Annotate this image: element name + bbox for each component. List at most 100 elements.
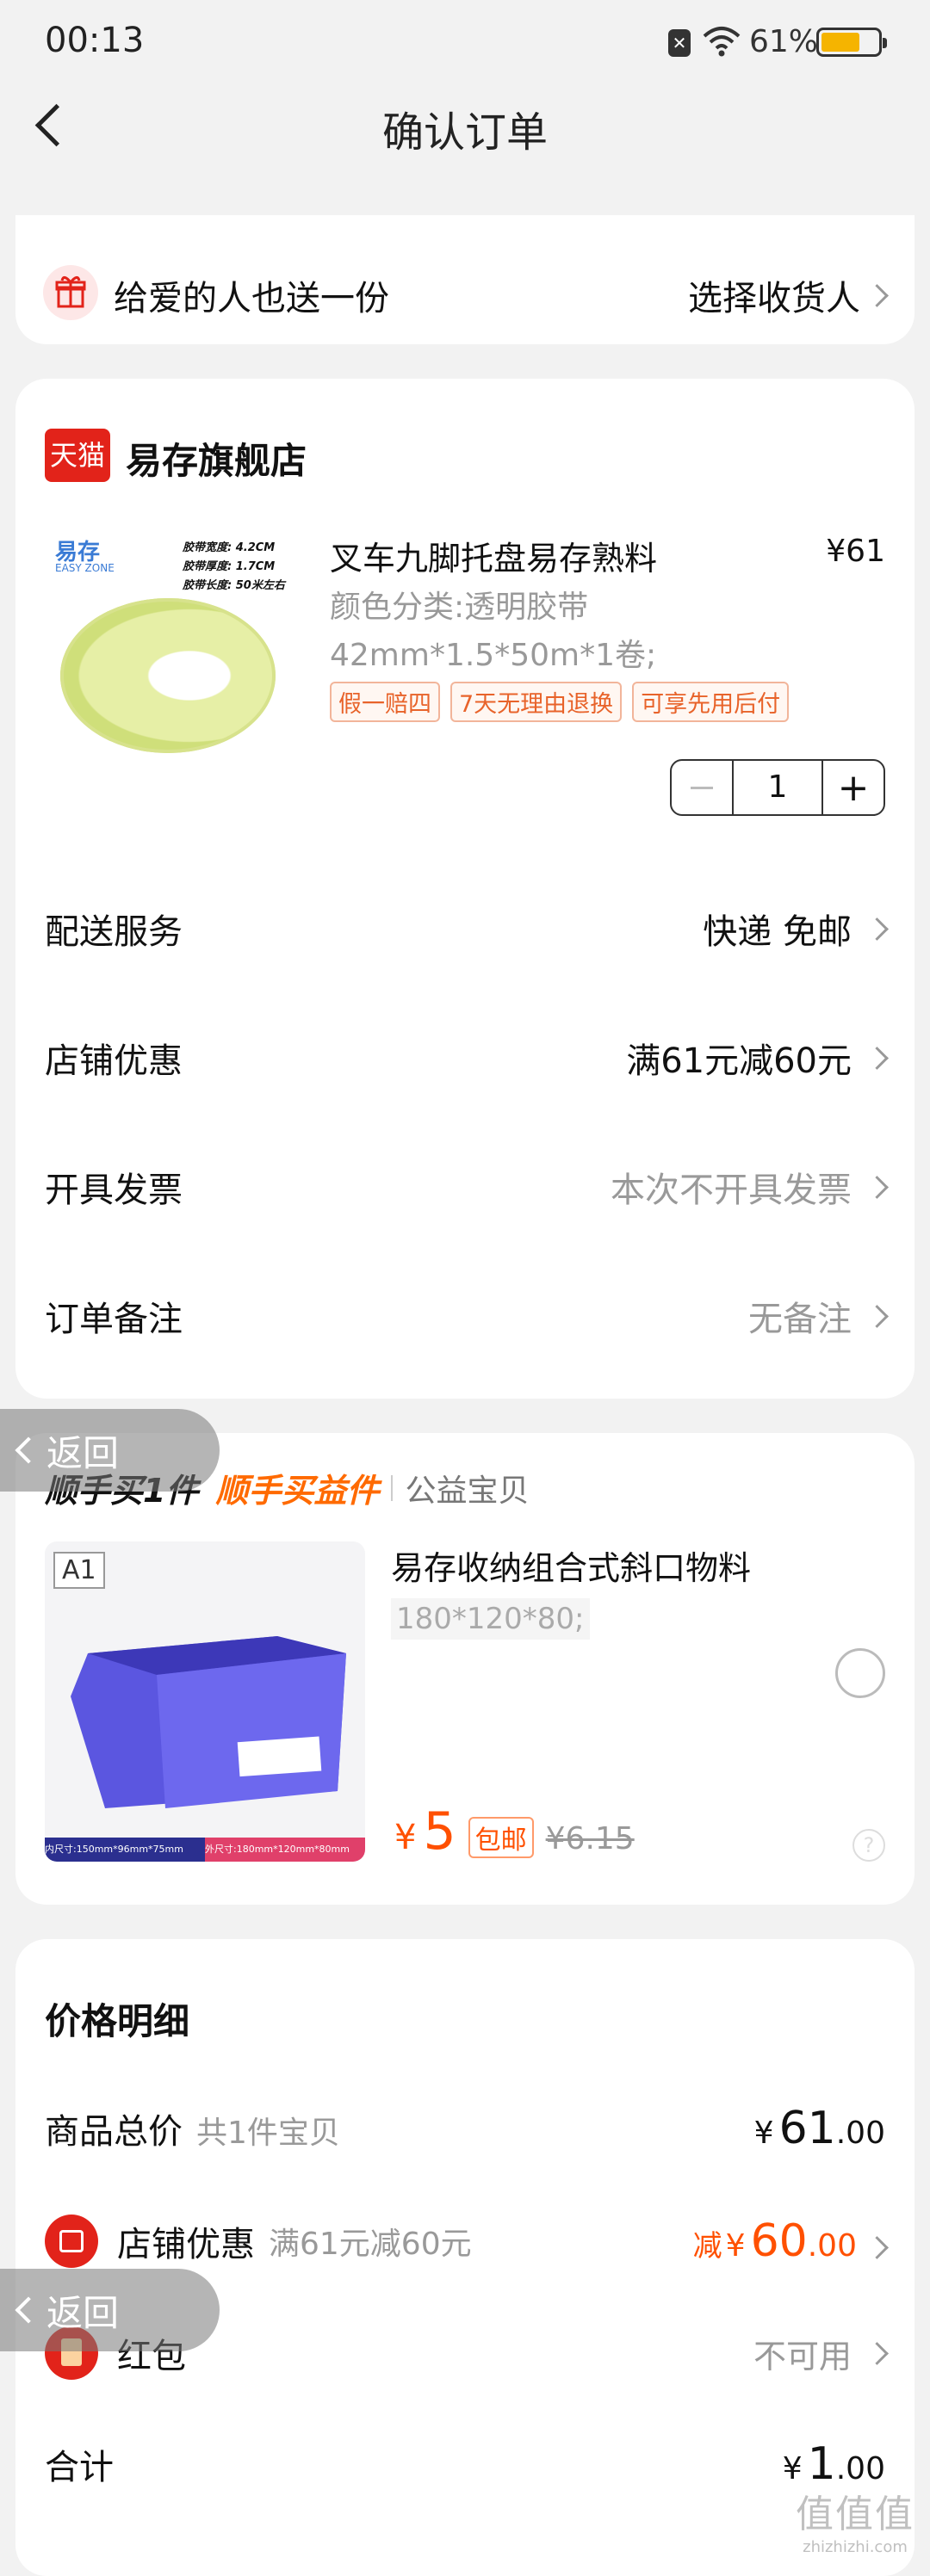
free-shipping-badge: 包邮 bbox=[468, 1817, 534, 1858]
product-tag: 假一赔四 bbox=[330, 682, 440, 722]
delivery-label: 配送服务 bbox=[45, 912, 183, 952]
quantity-value[interactable]: 1 bbox=[734, 761, 822, 814]
addon-image[interactable]: A1 内尺寸:150mm*96mm*75mm 外尺寸:180mm*120mm*8… bbox=[45, 1541, 365, 1862]
chevron-right-icon bbox=[865, 2236, 889, 2259]
delivery-value-wrap: 快递 免邮 bbox=[703, 904, 889, 954]
delivery-value: 快递 免邮 bbox=[703, 912, 852, 952]
gift-label: 给爱的人也送一份 bbox=[114, 279, 389, 318]
addon-image-label: A1 bbox=[53, 1552, 105, 1589]
price-detail-card: 价格明细 商品总价 共1件宝贝 ¥ 61 .00 店铺优惠 满61元减60元 减… bbox=[16, 1939, 914, 2576]
sum-label: 合计 bbox=[45, 2448, 114, 2487]
total-label: 商品总价 bbox=[45, 2112, 183, 2152]
shop-discount-symbol: ¥ bbox=[725, 2228, 746, 2264]
addon-image-caption-right: 外尺寸:180mm*120mm*80mm bbox=[205, 1838, 365, 1862]
order-note-row[interactable]: 订单备注 无备注 bbox=[45, 1291, 889, 1341]
status-time: 00:13 bbox=[45, 21, 145, 60]
price-detail-title: 价格明细 bbox=[45, 2000, 190, 2042]
invoice-value: 本次不开具发票 bbox=[611, 1171, 852, 1210]
shop-discount-value: 满61元减60元 bbox=[626, 1041, 852, 1081]
total-label-wrap: 商品总价 共1件宝贝 bbox=[45, 2103, 340, 2153]
chevron-right-icon bbox=[865, 917, 889, 941]
product-variant-line2[interactable]: 42mm*1.5*50m*1卷; bbox=[330, 630, 656, 675]
page-title: 确认订单 bbox=[381, 108, 548, 157]
product-tags: 假一赔四 7天无理由退换 可享先用后付 bbox=[330, 682, 799, 722]
invoice-row[interactable]: 开具发票 本次不开具发票 bbox=[45, 1162, 889, 1212]
sum-dec: .00 bbox=[835, 2451, 885, 2486]
addon-divider bbox=[391, 1474, 394, 1501]
choose-receiver-label: 选择收货人 bbox=[688, 279, 860, 318]
header: 确认订单 bbox=[0, 86, 930, 198]
choose-receiver[interactable]: 选择收货人 bbox=[688, 270, 889, 320]
floating-back-label: 返回 bbox=[46, 2291, 120, 2334]
watermark: 值值值 zhizhizhi.com bbox=[796, 2483, 914, 2556]
shop-discount-detail-wrap: 店铺优惠 满61元减60元 bbox=[45, 2215, 472, 2268]
gift-icon bbox=[43, 265, 98, 320]
shop-discount-int: 60 bbox=[750, 2215, 808, 2267]
order-note-label: 订单备注 bbox=[45, 1300, 183, 1339]
product-image-spec2: 胶带厚度: 1.7CM bbox=[183, 560, 276, 573]
sum-symbol: ¥ bbox=[782, 2451, 803, 2486]
floating-back-button[interactable]: 返回 bbox=[0, 1409, 220, 1492]
order-note-value: 无备注 bbox=[748, 1300, 852, 1339]
product-title[interactable]: 叉车九脚托盘易存熟料 bbox=[330, 532, 657, 579]
product-image-spec1: 胶带宽度: 4.2CM bbox=[183, 541, 276, 554]
quantity-stepper: 1 + bbox=[670, 759, 885, 816]
total-dec: .00 bbox=[835, 2116, 885, 2151]
total-int: 61 bbox=[778, 2103, 836, 2154]
chevron-right-icon bbox=[865, 283, 889, 307]
tape-roll-graphic bbox=[60, 598, 276, 753]
chevron-right-icon bbox=[865, 1046, 889, 1070]
status-bar: 00:13 ✕ 61% bbox=[0, 0, 930, 86]
blue-bin-graphic bbox=[71, 1636, 346, 1808]
shop-discount-row[interactable]: 店铺优惠 满61元减60元 bbox=[45, 1033, 889, 1083]
product-image-spec3: 胶带长度: 50米左右 bbox=[183, 579, 285, 592]
plus-icon: + bbox=[837, 765, 870, 810]
shop-discount-detail-sub: 满61元减60元 bbox=[269, 2227, 472, 2262]
product-price: ¥61 bbox=[826, 534, 885, 569]
total-symbol: ¥ bbox=[753, 2116, 774, 2151]
total-amount: ¥ 61 .00 bbox=[754, 2103, 885, 2154]
gift-card[interactable]: 给爱的人也送一份 选择收货人 bbox=[16, 215, 914, 344]
addon-original-price: ¥6.15 bbox=[545, 1821, 635, 1856]
increase-button[interactable]: + bbox=[822, 761, 884, 814]
total-row: 商品总价 共1件宝贝 ¥ 61 .00 bbox=[45, 2103, 885, 2154]
shop-icon bbox=[45, 2215, 98, 2268]
chevron-right-icon bbox=[865, 2341, 889, 2365]
product-tag: 7天无理由退换 bbox=[450, 682, 623, 722]
invoice-value-wrap: 本次不开具发票 bbox=[611, 1162, 889, 1212]
product-image[interactable]: 易存 EASY ZONE 胶带宽度: 4.2CM 胶带厚度: 1.7CM 胶带长… bbox=[45, 529, 300, 784]
decrease-button[interactable] bbox=[672, 761, 734, 814]
floating-back-button[interactable]: 返回 bbox=[0, 2269, 220, 2351]
product-image-brand-en: EASY ZONE bbox=[55, 562, 115, 574]
watermark-logo: 值值值 bbox=[796, 2493, 914, 2536]
chevron-right-icon bbox=[865, 1175, 889, 1199]
minus-icon bbox=[691, 786, 713, 789]
addon-spec[interactable]: 180*120*80; bbox=[391, 1598, 590, 1640]
help-icon[interactable]: ? bbox=[852, 1829, 885, 1862]
product-tag: 可享先用后付 bbox=[632, 682, 790, 722]
order-note-value-wrap: 无备注 bbox=[748, 1291, 889, 1341]
shop-discount-label: 店铺优惠 bbox=[45, 1041, 183, 1081]
tmall-logo: 天猫 bbox=[45, 429, 110, 482]
delivery-row[interactable]: 配送服务 快递 免邮 bbox=[45, 904, 889, 954]
red-packet-value: 不可用 bbox=[753, 2337, 852, 2375]
product-variant-line1[interactable]: 颜色分类:透明胶带 bbox=[330, 582, 588, 627]
addon-title2: 顺手买益件 bbox=[215, 1472, 380, 1510]
addon-title3: 公益宝贝 bbox=[405, 1473, 530, 1509]
notification-muted-icon: ✕ bbox=[668, 29, 691, 57]
addon-name[interactable]: 易存收纳组合式斜口物料 bbox=[391, 1541, 751, 1589]
back-chevron-icon bbox=[15, 1436, 42, 1464]
addon-price: 5 bbox=[423, 1801, 456, 1862]
shop-discount-detail-row[interactable]: 店铺优惠 满61元减60元 减 ¥ 60 .00 bbox=[45, 2215, 889, 2268]
store-name[interactable]: 易存旗舰店 bbox=[126, 432, 307, 485]
battery-icon bbox=[816, 28, 887, 57]
addon-price-row: ¥ 5 包邮 ¥6.15 bbox=[394, 1801, 635, 1862]
addon-select-radio[interactable] bbox=[835, 1648, 885, 1698]
invoice-label: 开具发票 bbox=[45, 1171, 183, 1210]
shop-discount-amount: 减 ¥ 60 .00 bbox=[693, 2215, 889, 2267]
addon-card: 顺手买1件 顺手买益件 公益宝贝 A1 内尺寸:150mm*96mm*75mm … bbox=[16, 1433, 914, 1905]
back-chevron-icon bbox=[15, 2296, 42, 2324]
watermark-url: zhizhizhi.com bbox=[803, 2538, 908, 2556]
floating-back-label: 返回 bbox=[46, 1431, 120, 1474]
addon-price-symbol: ¥ bbox=[394, 1818, 417, 1857]
